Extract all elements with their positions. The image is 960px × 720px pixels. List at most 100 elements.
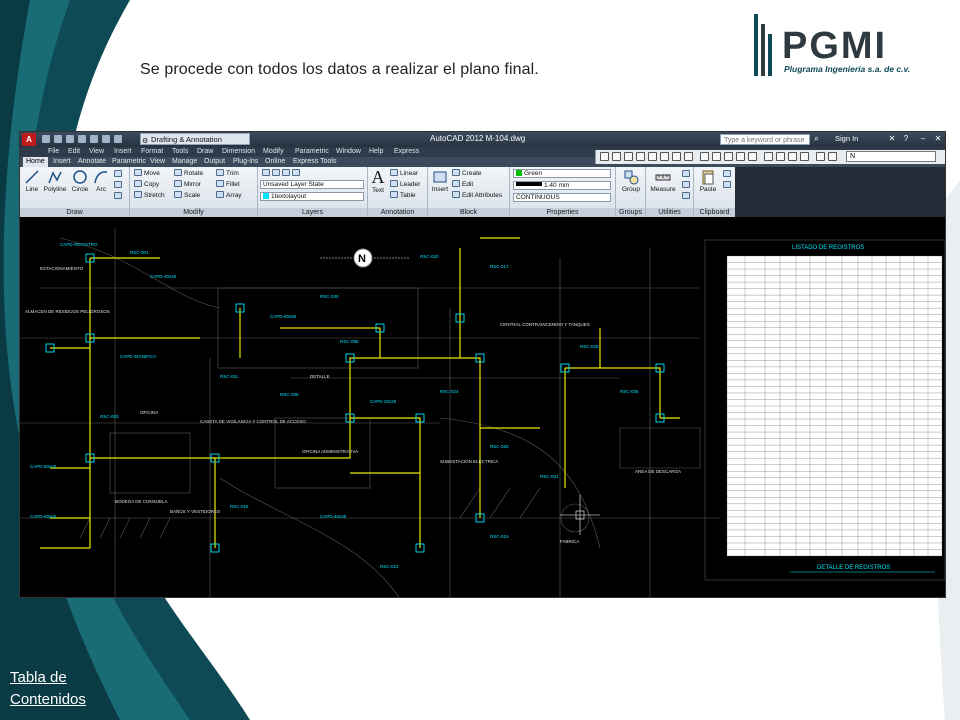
print-icon[interactable] [90,135,98,143]
tab-insert[interactable]: Insert [50,157,74,167]
tab-parametric[interactable]: Parametric [109,157,149,167]
edit-block-button[interactable]: Edit [452,180,473,189]
menu-dimension[interactable]: Dimension [222,147,255,157]
clipboard-panel-title[interactable]: Clipboard [694,208,735,217]
menu-draw[interactable]: Draw [197,147,213,157]
edit-attributes-button[interactable]: Edit Attributes [452,191,502,200]
tab-online[interactable]: Online [262,157,288,167]
menu-view[interactable]: View [89,147,104,157]
paste-button[interactable]: Paste [696,169,720,193]
circle-button[interactable]: Circle [70,169,90,193]
menu-parametric[interactable]: Parametric [295,147,329,157]
tab-express-tools[interactable]: Express Tools [290,157,339,167]
tab-manage[interactable]: Manage [169,157,200,167]
tab-annotate[interactable]: Annotate [75,157,109,167]
undo-icon[interactable] [102,135,110,143]
dim-break-icon[interactable] [748,152,757,161]
save-icon[interactable] [66,135,74,143]
rotate-button[interactable]: Rotate [174,169,203,178]
array-button[interactable]: Array [216,191,242,200]
polyline-button[interactable]: Polyline [42,169,68,193]
stretch-button[interactable]: Stretch [134,191,165,200]
menu-express[interactable]: Express [394,147,419,157]
dim-space-icon[interactable] [736,152,745,161]
tab-plug-ins[interactable]: Plug-ins [230,157,261,167]
menu-help[interactable]: Help [369,147,383,157]
binoculars-icon[interactable]: ⌕ [814,133,819,144]
insert-button[interactable]: Insert [430,169,450,193]
dim-style-dropdown[interactable]: N [846,151,936,162]
calculator-icon[interactable] [682,192,692,201]
center-mark-icon[interactable] [776,152,785,161]
mirror-button[interactable]: Mirror [174,180,201,189]
quick-dim-icon[interactable] [700,152,709,161]
application-menu-button[interactable]: A [22,133,36,146]
dim-text-edit-icon[interactable] [828,152,837,161]
rectangle-icon[interactable] [114,170,124,179]
color-dropdown[interactable]: Green [513,169,611,178]
properties-panel-title[interactable]: Properties [510,208,615,217]
menu-tools[interactable]: Tools [172,147,188,157]
menu-modify[interactable]: Modify [263,147,284,157]
layers-panel-title[interactable]: Layers [258,208,367,217]
inspect-icon[interactable] [788,152,797,161]
layer-state-dropdown[interactable]: Unsaved Layer State [260,180,364,189]
workspace-select[interactable]: ⚙ Drafting & Annotation [140,133,250,145]
dim-aligned-icon[interactable] [612,152,621,161]
help-icon[interactable]: ? [900,133,912,145]
jogged-linear-icon[interactable] [800,152,809,161]
scale-button[interactable]: Scale [174,191,200,200]
arc-button[interactable]: Arc [92,169,110,193]
menu-insert[interactable]: Insert [114,147,132,157]
dim-arc-icon[interactable] [624,152,633,161]
drawing-canvas[interactable]: CAPD-REGISTRO RSC-001 CAPD-40x40 CAPD-SIGN… [20,218,945,597]
table-button[interactable]: Table [390,191,416,200]
copy-button[interactable]: Copy [134,180,159,189]
modify-panel-title[interactable]: Modify [130,208,257,217]
menu-format[interactable]: Format [141,147,163,157]
redo-icon[interactable] [114,135,122,143]
tolerance-icon[interactable] [764,152,773,161]
table-of-contents-link[interactable]: Tabla de Contenidos [10,667,86,711]
dim-radius-icon[interactable] [648,152,657,161]
trim-button[interactable]: Trim [216,169,239,178]
create-block-button[interactable]: Create [452,169,482,178]
fillet-button[interactable]: Fillet [216,180,240,189]
groups-panel-title[interactable]: Groups [616,208,645,217]
tab-view[interactable]: View [147,157,168,167]
quick-select-icon[interactable] [682,170,692,179]
cut-icon[interactable] [723,170,733,179]
measure-button[interactable]: Measure [648,169,678,193]
open-icon[interactable] [54,135,62,143]
id-point-icon[interactable] [682,181,692,190]
dim-edit-icon[interactable] [816,152,825,161]
leader-button[interactable]: Leader [390,180,420,189]
text-button[interactable]: A Text [370,167,386,194]
menu-edit[interactable]: Edit [68,147,80,157]
region-icon[interactable] [114,192,124,201]
linetype-dropdown[interactable]: CONTINUOUS [513,193,611,202]
minimize-icon[interactable]: – [917,133,929,145]
group-button[interactable]: Group [618,169,644,193]
hatch-icon[interactable] [114,181,124,190]
tab-home[interactable]: Home [23,157,48,167]
lineweight-dropdown[interactable]: 1.40 mm [513,181,611,190]
block-panel-title[interactable]: Block [428,208,509,217]
menu-file[interactable]: File [48,147,59,157]
line-button[interactable]: Line [23,169,41,193]
dim-ordinate-icon[interactable] [636,152,645,161]
exchange-icon[interactable]: ✕ [886,133,898,145]
move-button[interactable]: Move [134,169,160,178]
dim-angular-icon[interactable] [684,152,693,161]
close-icon[interactable]: ✕ [932,133,944,145]
dim-diameter-icon[interactable] [672,152,681,161]
utilities-panel-title[interactable]: Utilities [646,208,693,217]
dim-continue-icon[interactable] [724,152,733,161]
new-icon[interactable] [42,135,50,143]
copy-clip-icon[interactable] [723,181,733,190]
save-as-icon[interactable] [78,135,86,143]
current-layer-dropdown[interactable]: 1textolayout [260,192,364,201]
help-search-input[interactable]: Type a keyword or phrase [720,134,810,145]
dim-linear-icon[interactable] [600,152,609,161]
draw-panel-title[interactable]: Draw [20,208,129,217]
